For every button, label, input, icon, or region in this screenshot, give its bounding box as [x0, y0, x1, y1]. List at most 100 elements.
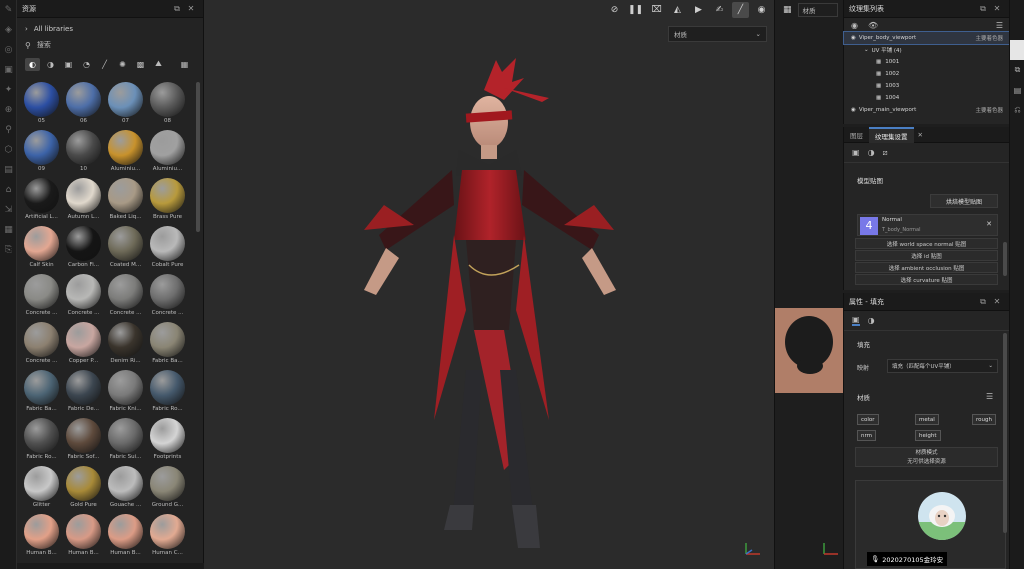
grid-toggle-icon[interactable]: ▦: [783, 5, 792, 15]
rough-channel-button[interactable]: rough: [972, 414, 996, 425]
material-thumbnail[interactable]: Coated M...: [105, 226, 146, 270]
eye-icon[interactable]: ◉: [851, 107, 856, 113]
material-thumbnail[interactable]: Fabric Sui...: [105, 418, 146, 462]
material-thumbnail[interactable]: Aluminiu...: [147, 130, 188, 174]
undock-icon[interactable]: ⧉: [976, 297, 990, 307]
texture-set-row[interactable]: ◉ Viper_body_viewport 主要着色器: [843, 31, 1010, 45]
material-thumbnail[interactable]: Human B...: [21, 514, 62, 558]
bake-icon[interactable]: ⌂: [0, 180, 17, 200]
material-thumbnail[interactable]: Carbon Fi...: [63, 226, 104, 270]
material-thumbnail[interactable]: Fabric De...: [63, 370, 104, 414]
mesh-maps-icon[interactable]: ⧄: [883, 148, 888, 158]
material-thumbnail[interactable]: Human B...: [105, 514, 146, 558]
texture-set-row[interactable]: ◉ Viper_main_viewport 主要着色器: [844, 104, 1009, 116]
normal-map-slot[interactable]: 4 Normal T_body_Normal ✕: [857, 214, 998, 236]
material-thumbnail[interactable]: Ground G...: [147, 466, 188, 510]
assets-scrollbar[interactable]: [196, 82, 200, 232]
2d-view-panel[interactable]: ▦ 材质: [774, 0, 843, 569]
material-thumbnail[interactable]: Aluminiu...: [105, 130, 146, 174]
undock-icon[interactable]: ⧉: [170, 4, 184, 14]
material-thumbnail[interactable]: Fabric Kni...: [105, 370, 146, 414]
material-thumbnail[interactable]: Baked Liq...: [105, 178, 146, 222]
settings-scrollbar[interactable]: [1003, 242, 1007, 276]
close-icon[interactable]: ✕: [990, 4, 1004, 13]
material-thumbnail[interactable]: Gold Pure: [63, 466, 104, 510]
tab-layers[interactable]: 图层: [844, 127, 869, 143]
material-thumbnail[interactable]: Human B...: [63, 514, 104, 558]
undock-icon[interactable]: ⧉: [976, 4, 990, 14]
select-world-normal-button[interactable]: 选择 world space normal 贴图: [855, 238, 998, 249]
material-thumbnail[interactable]: Glitter: [21, 466, 62, 510]
material-thumbnail[interactable]: 10: [63, 130, 104, 174]
3d-viewport[interactable]: ⊘ ❚❚ ⌧ ◭ ▶ ✍ ╱ ◉ 材质 ⌄: [204, 0, 774, 569]
layers-icon[interactable]: ▤: [1010, 80, 1024, 100]
material-thumbnail[interactable]: Brass Pure: [147, 178, 188, 222]
measure-icon[interactable]: ⇲: [0, 200, 17, 220]
bake-mesh-maps-button[interactable]: 烘焙模型贴图: [930, 194, 998, 208]
material-thumbnail[interactable]: Fabric Ba...: [147, 322, 188, 366]
material-thumbnail[interactable]: 09: [21, 130, 62, 174]
tab-texture-set-settings[interactable]: 纹理集设置: [869, 126, 914, 143]
material-mode-box[interactable]: 材质模式 无可供选择资源: [855, 447, 998, 467]
material-thumbnail[interactable]: Concrete ...: [21, 274, 62, 318]
uv-tile-row[interactable]: ▦ 1001: [844, 56, 1009, 68]
shelf-icon[interactable]: ⧉: [1010, 60, 1024, 80]
mapping-dropdown[interactable]: 填充（匹配每个UV平铺） ⌄: [887, 359, 998, 373]
material-thumbnail[interactable]: Fabric Ro...: [147, 370, 188, 414]
material-thumbnail[interactable]: 08: [147, 82, 188, 126]
eraser-icon[interactable]: ◈: [0, 20, 17, 40]
shader-icon[interactable]: ◑: [868, 148, 875, 157]
search-input[interactable]: 搜索: [37, 40, 51, 50]
select-ao-button[interactable]: 选择 ambient occlusion 贴图: [855, 262, 998, 273]
material-icon[interactable]: ◑: [868, 316, 875, 325]
material-icon[interactable]: ▤: [0, 160, 17, 180]
dock-button[interactable]: [1010, 40, 1024, 60]
alpha-filter-icon[interactable]: ▩: [133, 58, 148, 71]
material-thumbnail[interactable]: Cobalt Pure: [147, 226, 188, 270]
material-thumbnail[interactable]: Concrete ...: [147, 274, 188, 318]
visibility-toggle-icon[interactable]: ◉: [851, 21, 858, 30]
smart-material-filter-icon[interactable]: ◑: [43, 58, 58, 71]
remove-icon[interactable]: ✕: [986, 220, 992, 228]
uv-tile-row[interactable]: ▦ 1004: [844, 92, 1009, 104]
material-thumbnail[interactable]: Concrete ...: [63, 274, 104, 318]
close-icon[interactable]: ✕: [990, 297, 1004, 306]
history-icon[interactable]: ⎌: [1010, 100, 1024, 120]
picker-icon[interactable]: ⚲: [0, 120, 17, 140]
material-thumbnail[interactable]: Copper P...: [63, 322, 104, 366]
select-id-button[interactable]: 选择 id 贴图: [855, 250, 998, 261]
brush-filter-icon[interactable]: ╱: [97, 58, 112, 71]
list-menu-icon[interactable]: ☰: [986, 392, 993, 401]
grid-view-icon[interactable]: ▦: [177, 58, 192, 71]
particle-filter-icon[interactable]: ✺: [115, 58, 130, 71]
material-thumbnail[interactable]: Human C...: [147, 514, 188, 558]
material-thumbnail[interactable]: 07: [105, 82, 146, 126]
fill-settings-icon[interactable]: ▣: [852, 315, 860, 326]
library-breadcrumb[interactable]: › All libraries: [17, 22, 203, 36]
close-icon[interactable]: ✕: [918, 131, 923, 139]
material-thumbnail[interactable]: Calf Skin: [21, 226, 62, 270]
eye-icon[interactable]: ◉: [851, 35, 856, 41]
material-thumbnail[interactable]: Fabric Ba...: [21, 370, 62, 414]
material-thumbnail[interactable]: Concrete ...: [105, 274, 146, 318]
texture-filter-icon[interactable]: ▣: [61, 58, 76, 71]
geometry-fill-icon[interactable]: ▣: [0, 60, 17, 80]
paint-brush-icon[interactable]: ✎: [0, 0, 17, 20]
texture-set-settings-icon[interactable]: ▣: [852, 148, 860, 157]
eye-icon[interactable]: 👁: [868, 21, 878, 30]
metal-channel-button[interactable]: metal: [915, 414, 939, 425]
material-thumbnail[interactable]: 05: [21, 82, 62, 126]
height-channel-button[interactable]: height: [915, 430, 941, 441]
material-thumbnail[interactable]: Footprints: [147, 418, 188, 462]
uv-tile-group-row[interactable]: ⌄ UV 平铺 (4): [844, 44, 1009, 56]
color-channel-button[interactable]: color: [857, 414, 879, 425]
export-icon[interactable]: ▦: [0, 220, 17, 240]
chevron-down-icon[interactable]: ⌄: [864, 47, 869, 53]
clone-icon[interactable]: ⊕: [0, 100, 17, 120]
material-thumbnail[interactable]: Autumn L...: [63, 178, 104, 222]
material-filter-icon[interactable]: ◐: [25, 57, 40, 71]
projection-icon[interactable]: ◎: [0, 40, 17, 60]
material-thumbnail[interactable]: Artificial L...: [21, 178, 62, 222]
uv-tile-row[interactable]: ▦ 1002: [844, 68, 1009, 80]
smudge-icon[interactable]: ✦: [0, 80, 17, 100]
